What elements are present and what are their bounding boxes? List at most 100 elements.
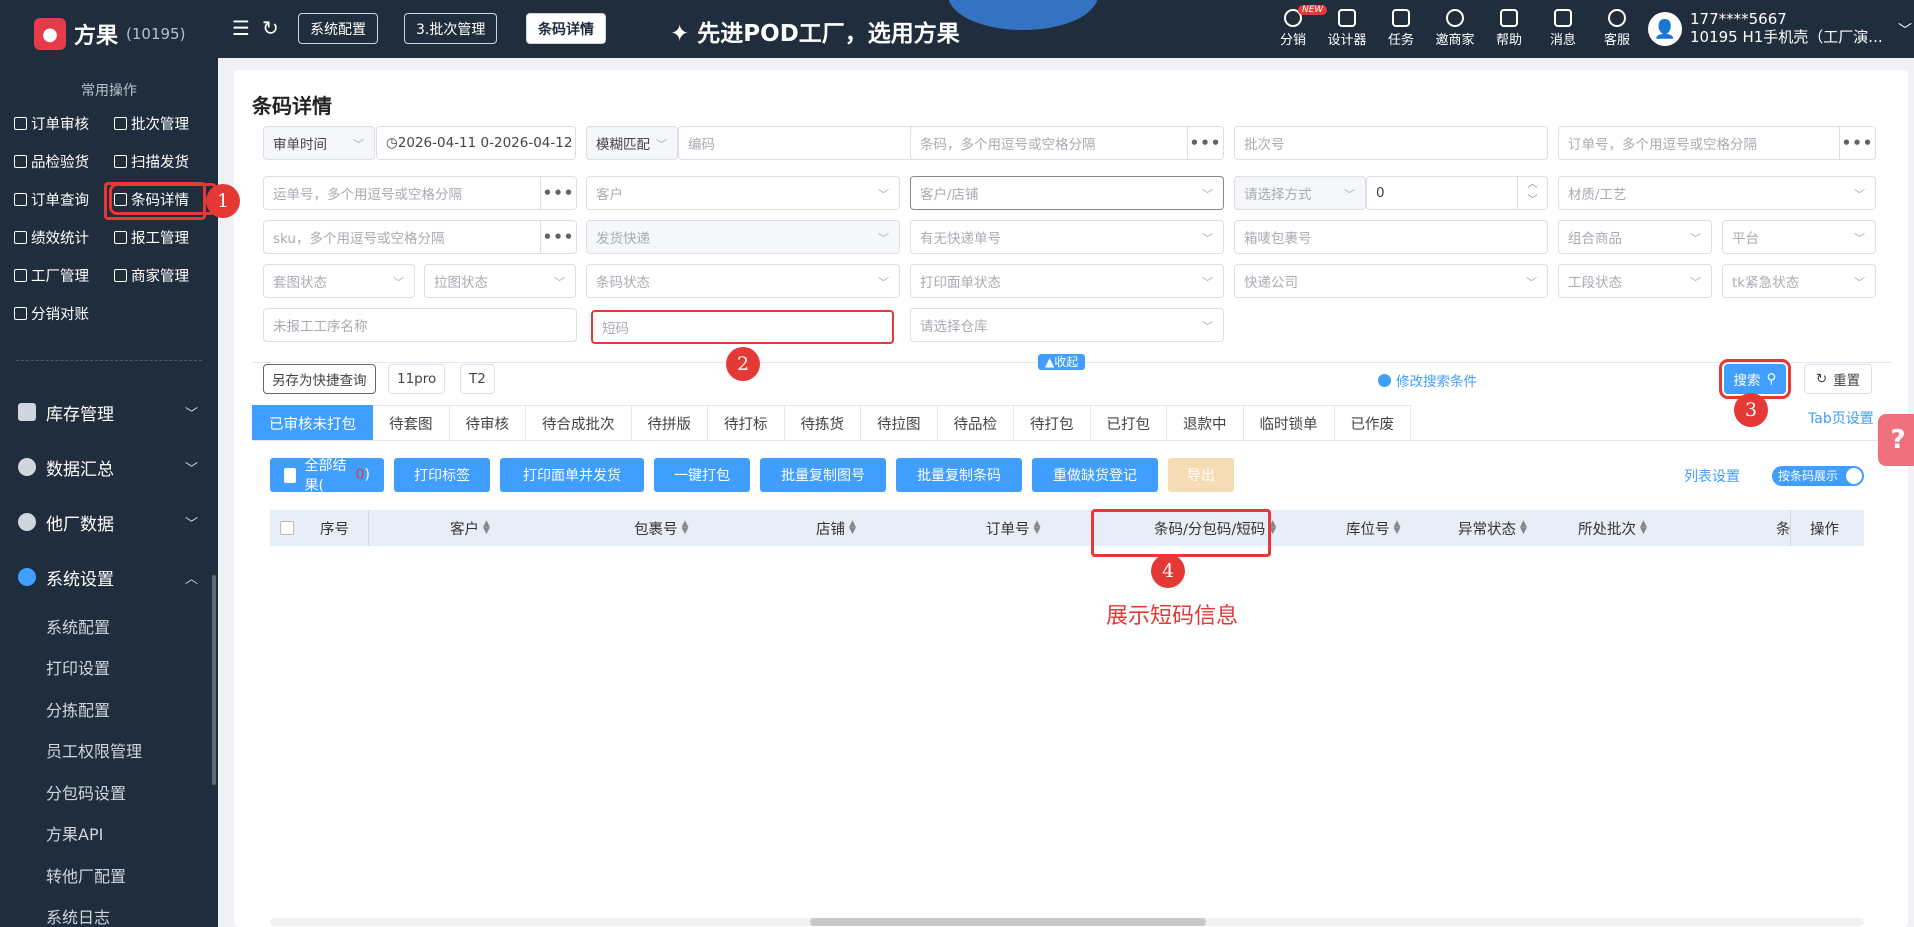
unreported-process-input[interactable]: 未报工工序名称 bbox=[263, 308, 577, 342]
more-icon[interactable]: ••• bbox=[540, 221, 576, 253]
quick-op-order-query[interactable]: 订单查询 bbox=[14, 188, 114, 210]
submenu-api[interactable]: 方果API bbox=[46, 821, 206, 845]
redo-shortage-button[interactable]: 重做缺货登记 bbox=[1032, 458, 1158, 492]
short-code-input[interactable]: 短码 bbox=[591, 310, 894, 344]
print-and-ship-button[interactable]: 打印面单并发货 bbox=[500, 458, 644, 492]
action-distribution[interactable]: NEW 分销 bbox=[1268, 5, 1328, 48]
submenu-sorting-config[interactable]: 分拣配置 bbox=[46, 697, 206, 721]
material-select[interactable]: 材质/工艺 ﹀ bbox=[1558, 176, 1876, 210]
pull-status-select[interactable]: 拉图状态 ﹀ bbox=[424, 264, 576, 298]
express-company-select[interactable]: 快递公司 ﹀ bbox=[1234, 264, 1548, 298]
quick-query-t2[interactable]: T2 bbox=[460, 364, 495, 394]
quick-op-report-work[interactable]: 报工管理 bbox=[114, 226, 214, 248]
barcode-input[interactable]: 条码，多个用逗号或空格分隔 ••• bbox=[910, 126, 1224, 160]
submenu-staff-permission[interactable]: 员工权限管理 bbox=[46, 738, 206, 762]
tab-pending-set[interactable]: 待套图 bbox=[373, 405, 450, 441]
submenu-system-config[interactable]: 系统配置 bbox=[46, 614, 206, 638]
action-designer[interactable]: 设计器 bbox=[1322, 9, 1372, 48]
customer-shop-select[interactable]: 客户/店铺 ﹀ bbox=[910, 176, 1224, 210]
method-number-input[interactable]: 0 ︿ ﹀ bbox=[1366, 176, 1548, 210]
tab-voided[interactable]: 已作废 bbox=[1334, 405, 1411, 441]
tab-pending-pick[interactable]: 待拣货 bbox=[784, 405, 861, 441]
set-status-select[interactable]: 套图状态 ﹀ bbox=[263, 264, 415, 298]
tab-refunding[interactable]: 退款中 bbox=[1167, 405, 1244, 441]
quick-query-11pro[interactable]: 11pro bbox=[388, 364, 446, 394]
tab-pending-layout[interactable]: 待拼版 bbox=[631, 405, 708, 441]
quick-op-batch[interactable]: 批次管理 bbox=[114, 112, 214, 134]
date-range-input[interactable]: ◷ 2026-04-11 0-2026-04-12 2 bbox=[376, 126, 576, 160]
shipping-express-select[interactable]: 发货快递 ﹀ bbox=[586, 220, 900, 254]
top-tab-batch[interactable]: 3.批次管理 bbox=[404, 13, 498, 44]
save-quick-query-button[interactable]: 另存为快捷查询 bbox=[263, 364, 376, 394]
quick-op-merchant[interactable]: 商家管理 bbox=[114, 264, 214, 286]
search-button[interactable]: 搜索 ⚲ bbox=[1719, 359, 1791, 399]
code-input[interactable]: 编码 bbox=[678, 126, 920, 160]
one-click-pack-button[interactable]: 一键打包 bbox=[654, 458, 750, 492]
user-avatar[interactable]: 👤 bbox=[1648, 12, 1682, 46]
barcode-status-select[interactable]: 条码状态 ﹀ bbox=[586, 264, 900, 298]
col-package[interactable]: 包裹号 ▲ ▼ bbox=[634, 510, 688, 546]
sku-input[interactable]: sku，多个用逗号或空格分隔 ••• bbox=[263, 220, 577, 254]
order-input[interactable]: 订单号，多个用逗号或空格分隔 ••• bbox=[1558, 126, 1876, 160]
submenu-subpackage-code[interactable]: 分包码设置 bbox=[46, 780, 206, 804]
col-exception[interactable]: 异常状态 ▲ ▼ bbox=[1458, 510, 1527, 546]
quick-op-distribution[interactable]: 分销对账 bbox=[14, 302, 114, 324]
menu-toggle-icon[interactable]: ☰ bbox=[232, 16, 250, 40]
method-select[interactable]: 请选择方式 ﹀ bbox=[1234, 176, 1366, 210]
tab-packed[interactable]: 已打包 bbox=[1090, 405, 1167, 441]
copy-figure-no-button[interactable]: 批量复制图号 bbox=[760, 458, 886, 492]
menu-group-data-summary[interactable]: 数据汇总 ﹀ bbox=[18, 452, 198, 482]
reset-button[interactable]: ↻ 重置 bbox=[1804, 364, 1872, 394]
tab-pending-inspect[interactable]: 待品检 bbox=[937, 405, 1014, 441]
barcode-display-toggle[interactable]: 按条码展示 bbox=[1772, 466, 1864, 486]
action-tasks[interactable]: 任务 bbox=[1376, 9, 1426, 48]
tab-pending-audit[interactable]: 待审核 bbox=[449, 405, 526, 441]
logo[interactable]: ● 方果 (10195) bbox=[0, 0, 218, 68]
tk-status-select[interactable]: tk紧急状态 ﹀ bbox=[1722, 264, 1876, 298]
waybill-input[interactable]: 运单号，多个用逗号或空格分隔 ••• bbox=[263, 176, 577, 210]
print-status-select[interactable]: 打印面单状态 ﹀ bbox=[910, 264, 1224, 298]
menu-group-system-settings[interactable]: 系统设置 ︿ bbox=[18, 562, 198, 592]
tab-pending-pack[interactable]: 待打包 bbox=[1014, 405, 1091, 441]
audit-time-select[interactable]: 审单时间 ﹀ bbox=[263, 126, 375, 160]
scrollbar-thumb[interactable] bbox=[810, 918, 1206, 926]
horizontal-scrollbar[interactable] bbox=[270, 918, 1864, 926]
submenu-print-settings[interactable]: 打印设置 bbox=[46, 655, 206, 679]
tab-settings-link[interactable]: Tab页设置 bbox=[1808, 408, 1874, 428]
col-location[interactable]: 库位号 ▲ ▼ bbox=[1346, 510, 1400, 546]
export-button[interactable]: 导出 bbox=[1168, 458, 1234, 492]
print-label-button[interactable]: 打印标签 bbox=[394, 458, 490, 492]
menu-group-other-factory[interactable]: 他厂数据 ﹀ bbox=[18, 507, 198, 537]
quick-op-scan-ship[interactable]: 扫描发货 bbox=[114, 150, 214, 172]
tab-pending-label[interactable]: 待打标 bbox=[708, 405, 785, 441]
collapse-button[interactable]: ▲收起 bbox=[1038, 354, 1086, 370]
action-customer-service[interactable]: 客服 bbox=[1592, 9, 1642, 48]
select-all-checkbox[interactable] bbox=[280, 521, 294, 535]
copy-barcode-button[interactable]: 批量复制条码 bbox=[896, 458, 1022, 492]
warehouse-select[interactable]: 请选择仓库 ﹀ bbox=[910, 308, 1224, 342]
platform-select[interactable]: 平台 ﹀ bbox=[1722, 220, 1876, 254]
more-icon[interactable]: ••• bbox=[1839, 127, 1875, 159]
modify-search-link[interactable]: 修改搜索条件 bbox=[1378, 370, 1477, 390]
quick-op-factory[interactable]: 工厂管理 bbox=[14, 264, 114, 286]
stage-status-select[interactable]: 工段状态 ﹀ bbox=[1558, 264, 1712, 298]
action-messages[interactable]: 消息 bbox=[1538, 9, 1588, 48]
col-order[interactable]: 订单号 ▲ ▼ bbox=[986, 510, 1040, 546]
more-icon[interactable]: ••• bbox=[1187, 127, 1223, 159]
customer-select[interactable]: 客户 ﹀ bbox=[586, 176, 900, 210]
has-express-select[interactable]: 有无快递单号 ﹀ bbox=[910, 220, 1224, 254]
top-tab-barcode-detail[interactable]: 条码详情 bbox=[526, 13, 606, 44]
combo-select[interactable]: 组合商品 ﹀ bbox=[1558, 220, 1712, 254]
quick-op-quality[interactable]: 品检验货 bbox=[14, 150, 114, 172]
menu-group-inventory[interactable]: 库存管理 ﹀ bbox=[18, 397, 198, 427]
action-invite-merchant[interactable]: 邀商家 bbox=[1430, 9, 1480, 48]
tab-pending-batch[interactable]: 待合成批次 bbox=[526, 405, 632, 441]
chevron-down-icon[interactable]: ﹀ bbox=[1898, 20, 1912, 40]
col-customer[interactable]: 客户 ▲ ▼ bbox=[450, 510, 490, 546]
col-batch[interactable]: 所处批次 ▲ ▼ bbox=[1578, 510, 1647, 546]
fuzzy-match-select[interactable]: 模糊匹配 ﹀ bbox=[586, 126, 678, 160]
more-icon[interactable]: ••• bbox=[540, 177, 576, 209]
refresh-icon[interactable]: ↻ bbox=[262, 16, 279, 40]
quick-op-order-audit[interactable]: 订单审核 bbox=[14, 112, 114, 134]
tab-audited-unpacked[interactable]: 已审核未打包 bbox=[252, 405, 373, 441]
